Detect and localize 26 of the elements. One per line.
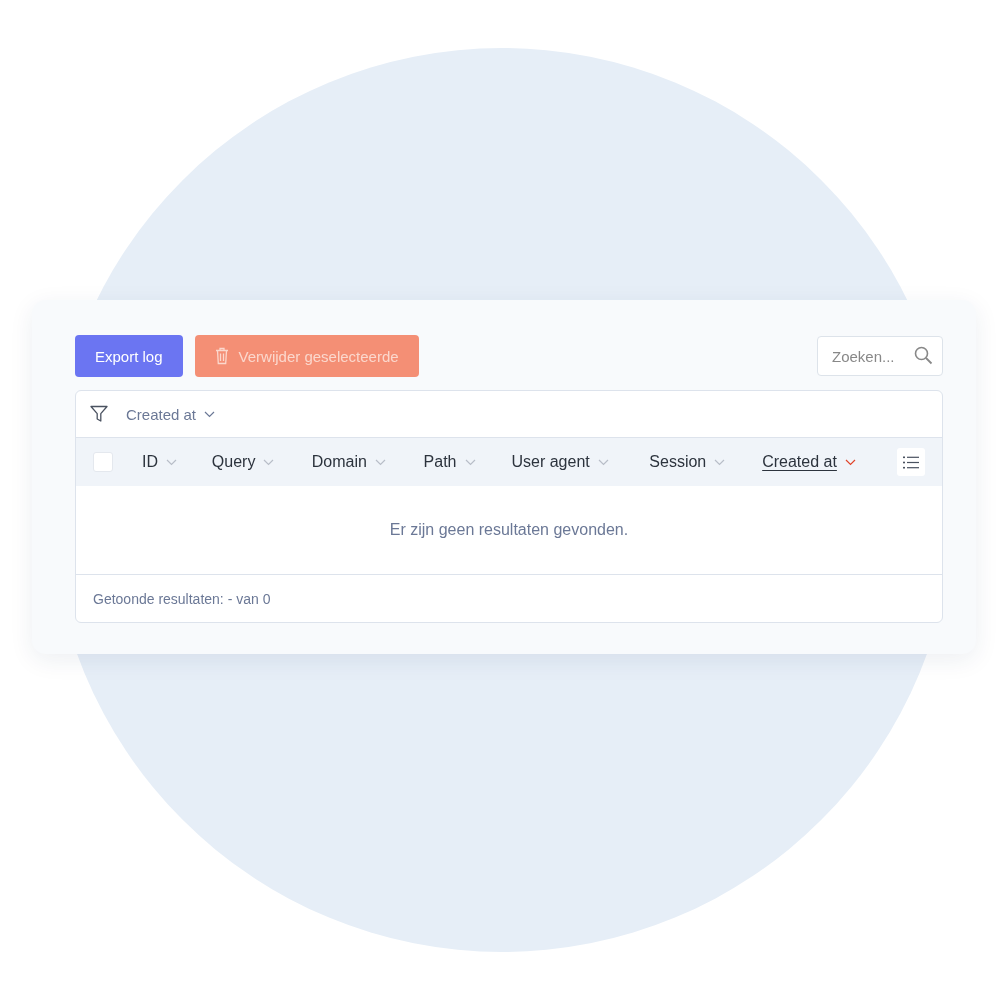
column-header[interactable]: Domain xyxy=(311,453,424,471)
results-summary: Getoonde resultaten: - van 0 xyxy=(93,590,271,607)
select-all-checkbox[interactable] xyxy=(93,452,113,472)
column-header[interactable]: Created at xyxy=(762,453,897,471)
chevron-down-icon xyxy=(204,410,216,418)
column-list-button[interactable] xyxy=(897,448,925,476)
column-header[interactable]: Query xyxy=(211,453,312,471)
empty-message: Er zijn geen resultaten gevonden. xyxy=(389,521,629,539)
filter-icon[interactable] xyxy=(90,405,108,423)
column-header[interactable]: User agent xyxy=(511,453,650,471)
search-icon xyxy=(914,346,933,365)
chevron-down-icon xyxy=(263,458,275,466)
trash-icon xyxy=(214,347,229,365)
export-log-button[interactable]: Export log xyxy=(75,335,183,377)
chevron-down-icon xyxy=(165,458,177,466)
chevron-down-icon xyxy=(374,458,386,466)
chevron-down-icon xyxy=(464,458,476,466)
column-header[interactable]: ID xyxy=(141,453,212,471)
sort-chevron-icon xyxy=(844,458,856,466)
chevron-down-icon xyxy=(597,458,609,466)
column-header[interactable]: Session xyxy=(649,453,763,471)
list-icon xyxy=(903,455,919,469)
chevron-down-icon xyxy=(714,458,726,466)
column-header[interactable]: Path xyxy=(423,453,512,471)
search-field[interactable]: Zoeken... xyxy=(817,336,943,376)
created-at-filter[interactable]: Created at xyxy=(126,405,216,423)
